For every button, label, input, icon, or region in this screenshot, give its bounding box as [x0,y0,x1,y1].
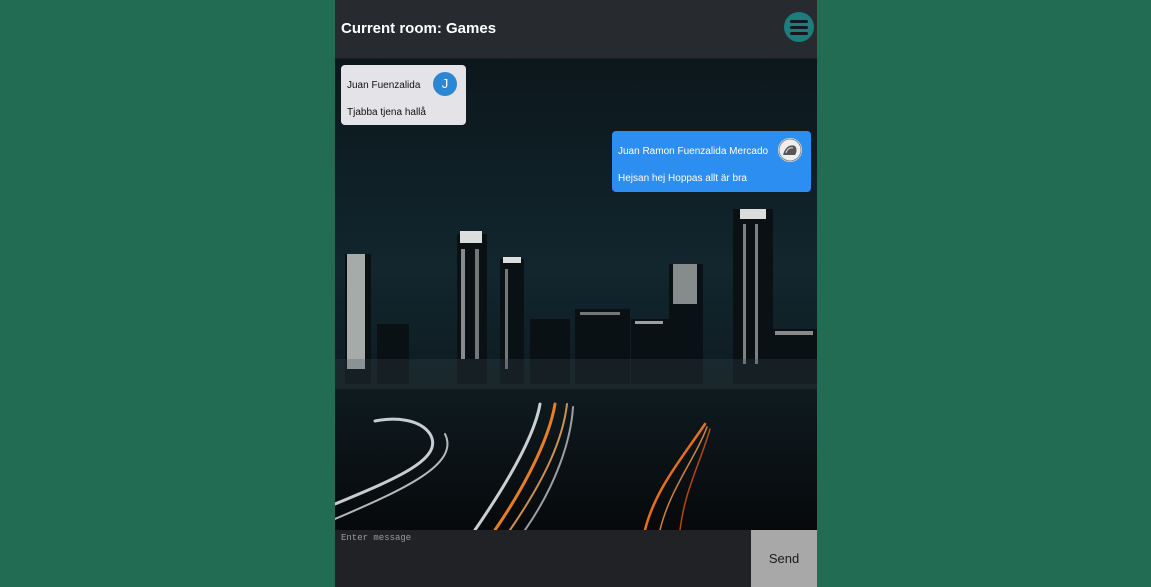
user-photo-icon [778,138,802,162]
message-bubble-own: Juan Ramon Fuenzalida Mercado Hejsan hej… [612,131,811,192]
message-sender: Juan Ramon Fuenzalida Mercado [618,146,769,157]
message-text: Tjabba tjena hallå [347,107,426,118]
message-text: Hejsan hej Hoppas allt är bra [618,173,747,184]
message-sender: Juan Fuenzalida [347,80,421,91]
message-list[interactable]: Juan Fuenzalida J Tjabba tjena hallå Jua… [335,59,817,530]
message-input[interactable] [335,530,751,587]
chat-app: Current room: Games Juan Fuenzalida J Tj… [335,0,817,587]
send-button[interactable]: Send [751,530,817,587]
message-composer: Send [335,530,817,587]
chat-header: Current room: Games [335,0,817,59]
room-title: Current room: Games [341,20,497,37]
message-bubble-other: Juan Fuenzalida J Tjabba tjena hallå [341,65,466,125]
background-image [335,59,817,530]
menu-button[interactable] [784,12,814,42]
avatar: J [433,72,457,96]
